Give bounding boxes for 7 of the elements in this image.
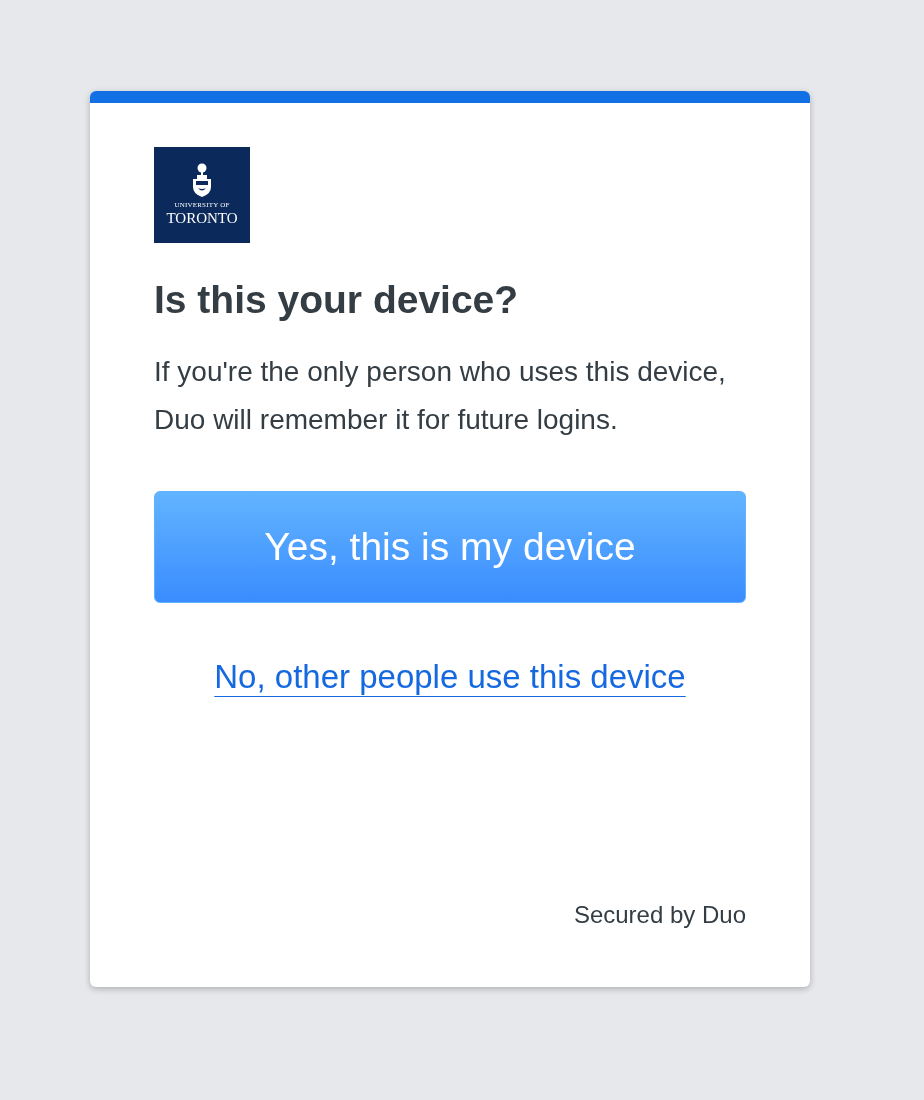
footer-text: Secured by Duo — [573, 900, 746, 930]
crest-icon — [191, 163, 213, 197]
confirm-device-button[interactable]: Yes, this is my device — [154, 491, 746, 603]
logo-text: TORONTO — [166, 210, 238, 226]
description-text: If you're the only person who uses this device, Duo will remember it for future logins. — [154, 355, 727, 437]
decline-device-link[interactable]: No, other people use this device — [214, 655, 686, 699]
dialog-title: Is this your device? — [154, 277, 520, 323]
